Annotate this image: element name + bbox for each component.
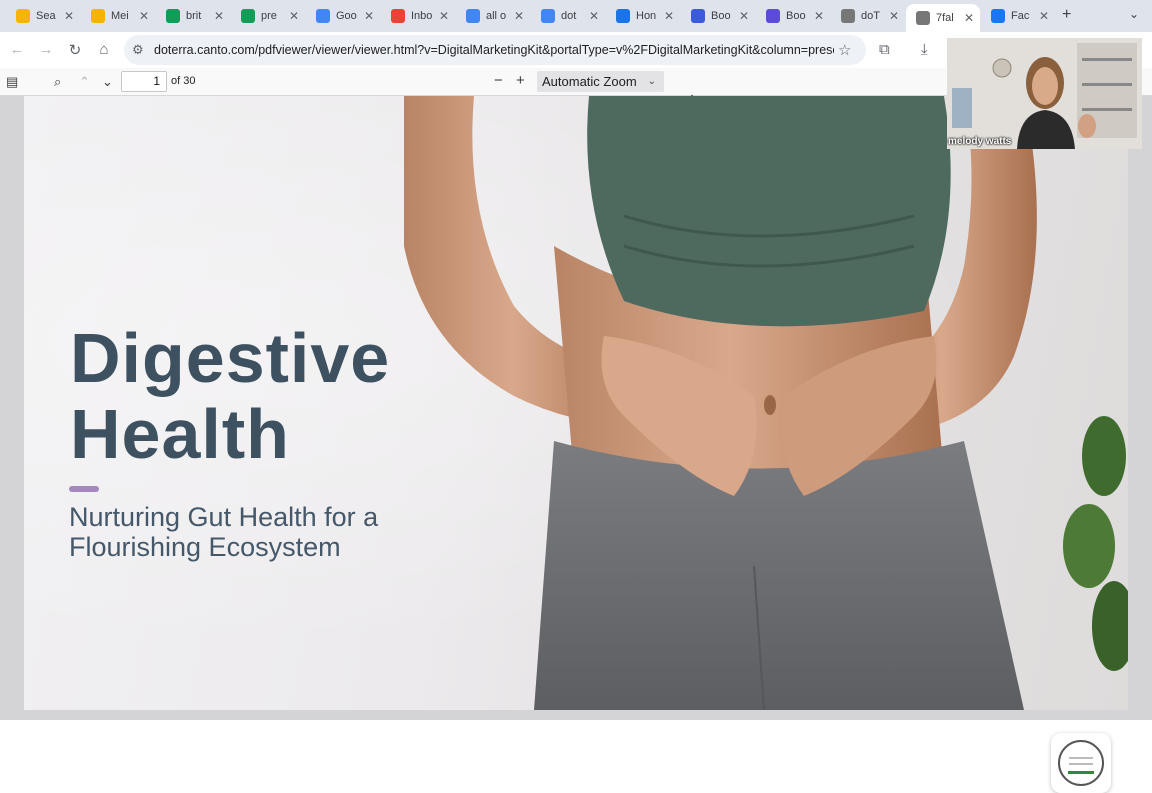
google-sheets-icon [166, 9, 180, 23]
browser-tab[interactable]: all o ✕ [456, 4, 530, 28]
url-text[interactable]: doterra.canto.com/pdfviewer/viewer/viewe… [154, 43, 834, 57]
widget-line [1068, 771, 1094, 774]
widget-line [1069, 757, 1093, 759]
browser-tab[interactable]: Fac ✕ [981, 4, 1055, 28]
tab-title: Boo [786, 10, 806, 22]
slide-title-line1: Digestive [70, 319, 391, 397]
google-slides-icon [91, 9, 105, 23]
tab-strip: Sea ✕ Mei ✕ brit ✕ pre ✕ Goo ✕ Inbo ✕ all o ✕ dot ✕ Hon ✕… [0, 0, 1152, 32]
close-tab-icon[interactable]: ✕ [964, 11, 974, 25]
tab-title: pre [261, 10, 277, 22]
address-bar[interactable]: ⚙ doterra.canto.com/pdfviewer/viewer/vie… [124, 35, 866, 65]
pdf-viewer-area[interactable]: Digestive Health Nurturing Gut Health fo… [0, 96, 1152, 793]
slide-subtitle-line2: Flourishing Ecosystem [69, 532, 341, 562]
browser-tab[interactable]: Sea ✕ [6, 4, 80, 28]
webcam-overlay: melody watts [947, 38, 1142, 149]
canva-icon [616, 9, 630, 23]
google-sheets-icon [241, 9, 255, 23]
chat-icon [766, 9, 780, 23]
close-tab-icon[interactable]: ✕ [1039, 9, 1049, 23]
pdf-page: Digestive Health Nurturing Gut Health fo… [24, 96, 1128, 710]
close-tab-icon[interactable]: ✕ [214, 9, 224, 23]
extensions-puzzle-icon[interactable]: ⧉ [879, 41, 890, 58]
site-info-icon[interactable]: ⚙ [132, 42, 144, 58]
close-tab-icon[interactable]: ✕ [739, 9, 749, 23]
tab-title: brit [186, 10, 202, 22]
google-search-icon [466, 9, 480, 23]
floating-widget-button[interactable] [1051, 733, 1111, 793]
accent-bar [69, 486, 99, 492]
google-drive-icon [16, 9, 30, 23]
page-count-label: of 30 [171, 75, 196, 87]
facebook-icon [991, 9, 1005, 23]
search-icon[interactable]: ⌕ [54, 74, 61, 90]
close-tab-icon[interactable]: ✕ [64, 9, 74, 23]
zoom-select-value: Automatic Zoom [542, 74, 637, 89]
pdf-icon [841, 9, 855, 23]
next-page-icon[interactable]: ⌄ [102, 74, 113, 90]
tab-title: Sea [36, 10, 56, 22]
close-tab-icon[interactable]: ✕ [139, 9, 149, 23]
tab-title: Mei [111, 10, 129, 22]
browser-tab[interactable]: Mei ✕ [81, 4, 155, 28]
browser-tab[interactable]: doT ✕ [831, 4, 905, 28]
browser-tab[interactable]: Goo ✕ [306, 4, 380, 28]
browser-tab[interactable]: Hon ✕ [606, 4, 680, 28]
forward-arrow-icon[interactable]: → [37, 41, 55, 58]
plant-photo [1063, 416, 1128, 671]
reload-icon[interactable]: ↻ [66, 41, 84, 59]
home-icon[interactable]: ⌂ [95, 41, 113, 58]
book-icon [691, 9, 705, 23]
close-tab-icon[interactable]: ✕ [364, 9, 374, 23]
download-icon[interactable]: ⤓ [921, 41, 928, 58]
previous-page-icon[interactable]: ⌃ [79, 74, 90, 90]
tab-title: Goo [336, 10, 357, 22]
chevron-down-icon: ⌄ [647, 76, 656, 87]
page-number-input[interactable]: 1 [121, 71, 167, 92]
close-tab-icon[interactable]: ✕ [664, 9, 674, 23]
close-tab-icon[interactable]: ✕ [889, 9, 899, 23]
close-tab-icon[interactable]: ✕ [439, 9, 449, 23]
browser-tab[interactable]: brit ✕ [156, 4, 230, 28]
browser-tab[interactable]: Inbo ✕ [381, 4, 455, 28]
webcam-video [947, 38, 1142, 149]
tab-search-chevron-icon[interactable]: ⌄ [1129, 7, 1139, 21]
close-tab-icon[interactable]: ✕ [589, 9, 599, 23]
tab-title: Fac [1011, 10, 1030, 22]
browser-tab[interactable]: dot ✕ [531, 4, 605, 28]
tab-title: 7fal [936, 12, 954, 24]
widget-line [1069, 763, 1093, 765]
tab-title: Inbo [411, 10, 433, 22]
slide-title-line2: Health [70, 395, 290, 473]
browser-tab[interactable]: pre ✕ [231, 4, 305, 28]
back-arrow-icon[interactable]: ← [8, 41, 26, 58]
slide-subtitle-line1: Nurturing Gut Health for a [69, 502, 379, 532]
close-tab-icon[interactable]: ✕ [814, 9, 824, 23]
google-search-icon [541, 9, 555, 23]
zoom-in-icon[interactable]: + [516, 72, 525, 89]
gmail-icon [391, 9, 405, 23]
new-tab-button[interactable]: + [1062, 6, 1071, 24]
browser-tab[interactable]: 7fal ✕ [906, 4, 980, 32]
close-tab-icon[interactable]: ✕ [514, 9, 524, 23]
zoom-out-icon[interactable]: − [494, 72, 503, 89]
tab-title: doT [861, 10, 880, 22]
tab-title: Hon [636, 10, 657, 22]
browser-tab[interactable]: Boo ✕ [681, 4, 755, 28]
tab-title: all o [486, 10, 507, 22]
browser-tab[interactable]: Boo ✕ [756, 4, 830, 28]
zoom-select[interactable]: Automatic Zoom ⌄ [537, 71, 664, 92]
tab-title: dot [561, 10, 577, 22]
sidebar-toggle-icon[interactable]: ▤ [6, 74, 18, 90]
close-tab-icon[interactable]: ✕ [289, 9, 299, 23]
woman-torso-photo [404, 96, 1037, 710]
bookmark-star-icon[interactable]: ☆ [838, 41, 851, 59]
google-calendar-icon [316, 9, 330, 23]
webcam-name-label: melody watts [948, 136, 1012, 147]
tab-title: Boo [711, 10, 731, 22]
pdf-icon [916, 11, 930, 25]
